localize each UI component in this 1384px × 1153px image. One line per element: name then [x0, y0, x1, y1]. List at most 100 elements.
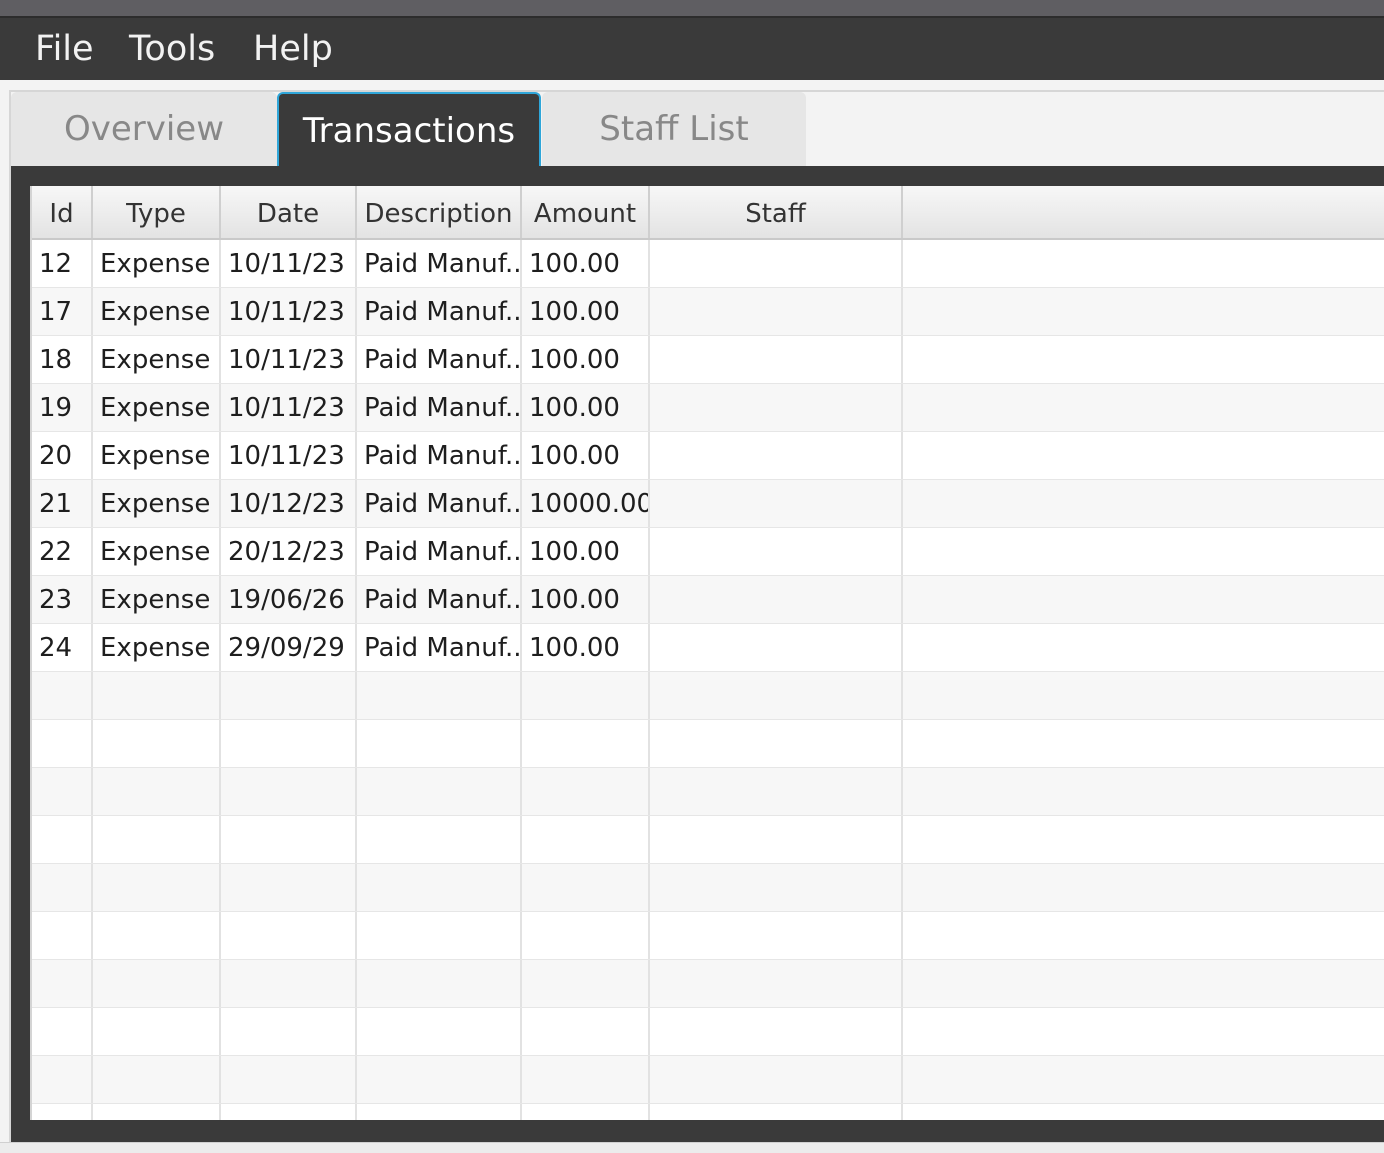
menu-tools[interactable]: Tools [127, 28, 217, 70]
cell-amount: 100.00 [522, 336, 650, 383]
cell-filler [903, 1008, 1384, 1055]
table-row[interactable] [32, 864, 1384, 912]
cell-staff [650, 336, 903, 383]
column-header-amount[interactable]: Amount [522, 186, 650, 238]
cell-date: 20/12/23 [221, 528, 357, 575]
cell-id: 23 [32, 576, 93, 623]
cell-date [221, 960, 357, 1007]
cell-description [357, 1008, 522, 1055]
cell-staff [650, 480, 903, 527]
cell-type: Expense [93, 288, 221, 335]
cell-type [93, 1056, 221, 1103]
cell-description: Paid Manuf... [357, 624, 522, 671]
cell-date: 10/11/23 [221, 288, 357, 335]
transactions-table[interactable]: Id Type Date Description Amount Staff 12… [30, 186, 1384, 1120]
cell-filler [903, 816, 1384, 863]
cell-staff [650, 720, 903, 767]
cell-date [221, 816, 357, 863]
cell-amount [522, 864, 650, 911]
cell-description: Paid Manuf... [357, 528, 522, 575]
cell-date: 10/12/23 [221, 480, 357, 527]
cell-amount [522, 672, 650, 719]
cell-filler [903, 672, 1384, 719]
cell-id: 20 [32, 432, 93, 479]
cell-amount [522, 1056, 650, 1103]
table-row[interactable] [32, 1104, 1384, 1120]
cell-date [221, 672, 357, 719]
cell-date: 10/11/23 [221, 432, 357, 479]
cell-amount: 10000.00 [522, 480, 650, 527]
cell-amount: 100.00 [522, 576, 650, 623]
cell-type [93, 912, 221, 959]
cell-filler [903, 480, 1384, 527]
cell-date [221, 1104, 357, 1120]
menu-file[interactable]: File [33, 28, 96, 70]
cell-description: Paid Manuf... [357, 480, 522, 527]
table-row[interactable]: 19 Expense 10/11/23 Paid Manuf... 100.00 [32, 384, 1384, 432]
cell-filler [903, 1104, 1384, 1120]
table-row[interactable]: 22 Expense 20/12/23 Paid Manuf... 100.00 [32, 528, 1384, 576]
cell-description [357, 864, 522, 911]
table-row[interactable] [32, 912, 1384, 960]
cell-date [221, 720, 357, 767]
column-header-type[interactable]: Type [93, 186, 221, 238]
menu-help[interactable]: Help [251, 28, 335, 70]
column-header-id[interactable]: Id [32, 186, 93, 238]
table-row[interactable] [32, 1056, 1384, 1104]
tab-staff-list[interactable]: Staff List [542, 92, 806, 166]
cell-description [357, 1056, 522, 1103]
column-header-description[interactable]: Description [357, 186, 522, 238]
cell-description: Paid Manuf... [357, 240, 522, 287]
cell-type [93, 960, 221, 1007]
cell-filler [903, 864, 1384, 911]
column-header-filler [903, 186, 1384, 238]
cell-filler [903, 240, 1384, 287]
cell-description: Paid Manuf... [357, 384, 522, 431]
cell-id [32, 1008, 93, 1055]
cell-staff [650, 624, 903, 671]
cell-description: Paid Manuf... [357, 576, 522, 623]
cell-staff [650, 1056, 903, 1103]
cell-staff [650, 1008, 903, 1055]
table-row[interactable]: 12 Expense 10/11/23 Paid Manuf... 100.00 [32, 240, 1384, 288]
cell-id: 22 [32, 528, 93, 575]
table-row[interactable] [32, 768, 1384, 816]
cell-description [357, 912, 522, 959]
cell-date: 10/11/23 [221, 240, 357, 287]
tab-overview[interactable]: Overview [11, 92, 277, 166]
cell-filler [903, 1056, 1384, 1103]
cell-staff [650, 288, 903, 335]
cell-amount [522, 912, 650, 959]
cell-description [357, 720, 522, 767]
cell-type [93, 816, 221, 863]
table-row[interactable]: 24 Expense 29/09/29 Paid Manuf... 100.00 [32, 624, 1384, 672]
table-row[interactable]: 17 Expense 10/11/23 Paid Manuf... 100.00 [32, 288, 1384, 336]
tab-transactions[interactable]: Transactions [277, 92, 541, 166]
table-row[interactable] [32, 816, 1384, 864]
cell-type [93, 672, 221, 719]
cell-amount [522, 1104, 650, 1120]
cell-staff [650, 912, 903, 959]
table-row[interactable] [32, 960, 1384, 1008]
table-row[interactable]: 21 Expense 10/12/23 Paid Manuf... 10000.00 [32, 480, 1384, 528]
table-row[interactable] [32, 672, 1384, 720]
cell-filler [903, 624, 1384, 671]
cell-filler [903, 432, 1384, 479]
column-header-date[interactable]: Date [221, 186, 357, 238]
table-row[interactable]: 20 Expense 10/11/23 Paid Manuf... 100.00 [32, 432, 1384, 480]
column-header-staff[interactable]: Staff [650, 186, 903, 238]
cell-filler [903, 720, 1384, 767]
cell-id: 17 [32, 288, 93, 335]
table-row[interactable]: 23 Expense 19/06/26 Paid Manuf... 100.00 [32, 576, 1384, 624]
cell-type: Expense [93, 528, 221, 575]
cell-id: 24 [32, 624, 93, 671]
cell-id [32, 1104, 93, 1120]
cell-amount [522, 1008, 650, 1055]
table-row[interactable]: 18 Expense 10/11/23 Paid Manuf... 100.00 [32, 336, 1384, 384]
table-row[interactable] [32, 1008, 1384, 1056]
table-row[interactable] [32, 720, 1384, 768]
cell-type [93, 1008, 221, 1055]
cell-id: 19 [32, 384, 93, 431]
cell-filler [903, 960, 1384, 1007]
cell-description: Paid Manuf... [357, 336, 522, 383]
